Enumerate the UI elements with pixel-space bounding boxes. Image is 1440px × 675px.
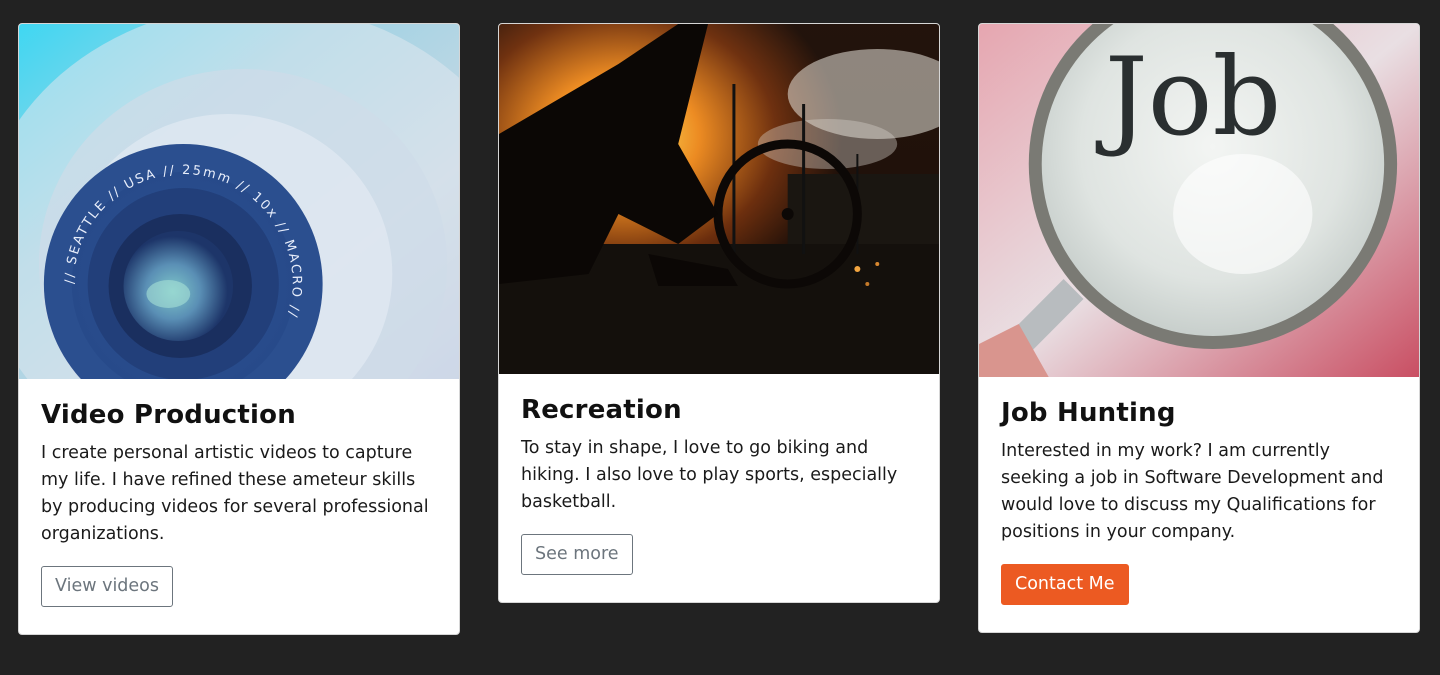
see-more-button[interactable]: See more xyxy=(521,534,633,575)
card-recreation: Recreation To stay in shape, I love to g… xyxy=(498,23,940,603)
card-body: Job Hunting Interested in my work? I am … xyxy=(979,377,1419,605)
card-text: I create personal artistic videos to cap… xyxy=(41,443,429,544)
card-text: Interested in my work? I am currently se… xyxy=(1001,441,1384,542)
card-job-hunting: Job Job Hunting Interested in my work? I… xyxy=(978,23,1420,633)
card-body: Video Production I create personal artis… xyxy=(19,379,459,607)
view-videos-button[interactable]: View videos xyxy=(41,566,174,607)
card-text: To stay in shape, I love to go biking an… xyxy=(521,438,898,512)
contact-me-button[interactable]: Contact Me xyxy=(1001,564,1129,605)
bike-sunset-image xyxy=(499,24,939,374)
card-title: Video Production xyxy=(41,400,296,430)
card-video-production: // SEATTLE // USA // 25mm // 10x // MACR… xyxy=(18,23,460,635)
camera-lens-image: // SEATTLE // USA // 25mm // 10x // MACR… xyxy=(19,24,459,379)
cards-row: // SEATTLE // USA // 25mm // 10x // MACR… xyxy=(0,0,1440,675)
card-body: Recreation To stay in shape, I love to g… xyxy=(499,374,939,575)
card-title: Recreation xyxy=(521,395,682,425)
image-lettering: Job xyxy=(1095,35,1282,160)
card-title: Job Hunting xyxy=(1001,398,1176,428)
magnifying-glass-image: Job xyxy=(979,24,1419,377)
